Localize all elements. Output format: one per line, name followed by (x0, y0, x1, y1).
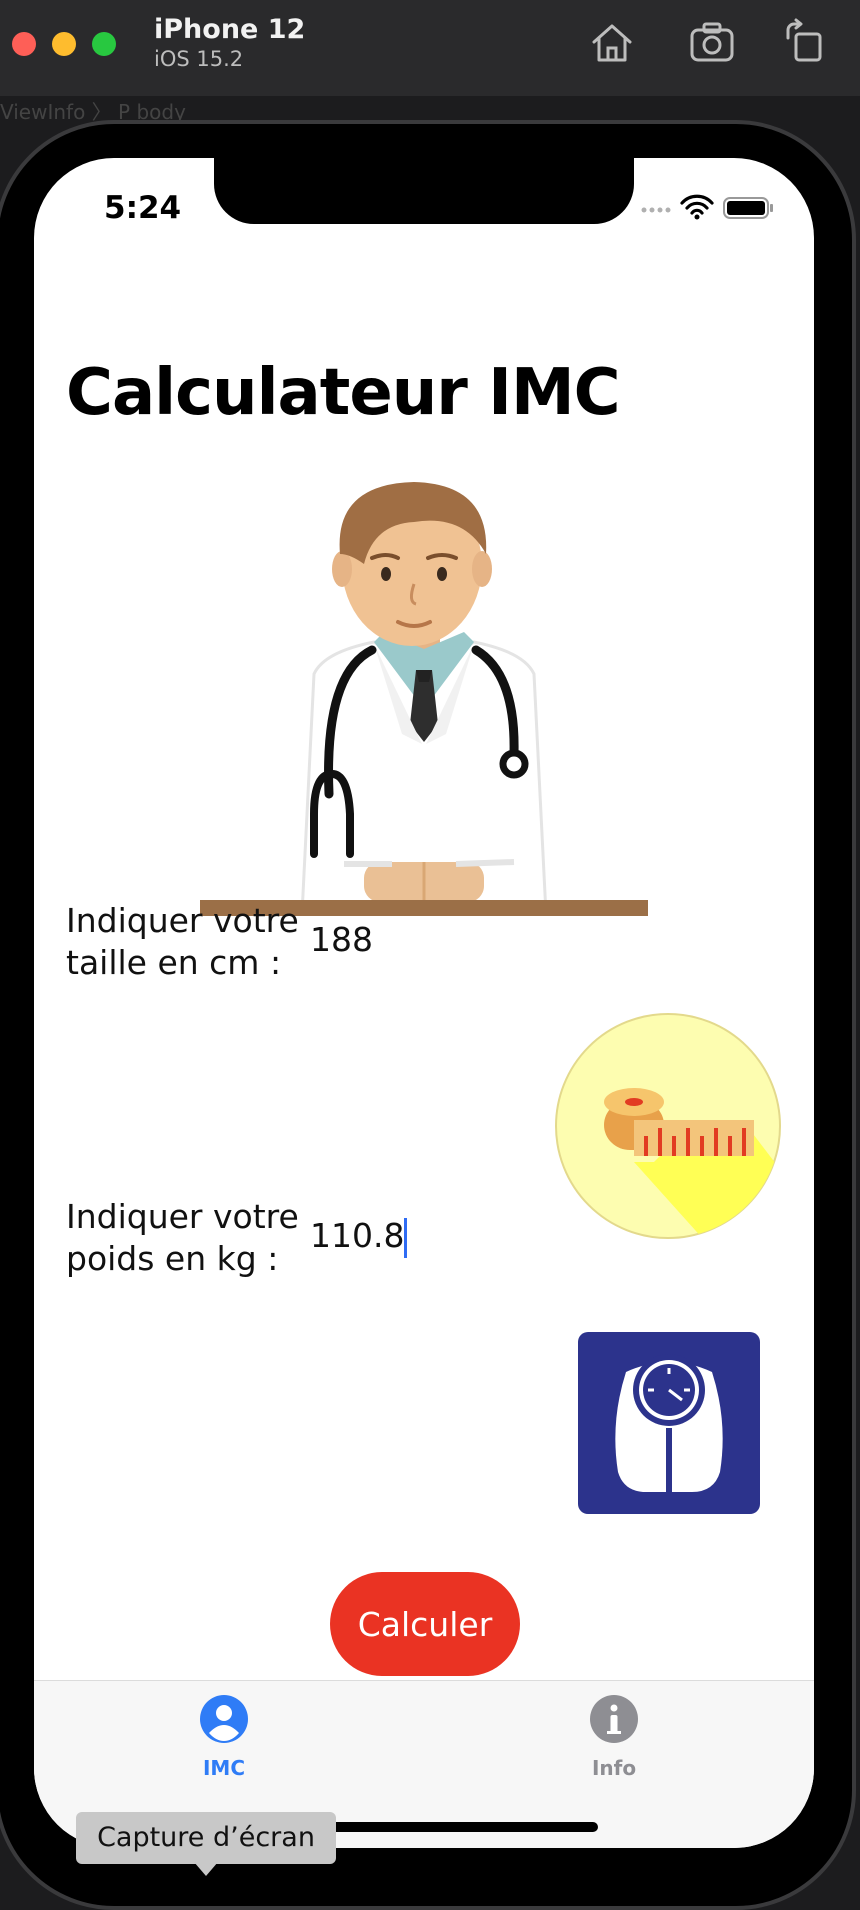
notch (214, 158, 634, 224)
status-icons (641, 194, 773, 220)
doctor-illustration (200, 482, 648, 916)
os-version: iOS 15.2 (154, 47, 244, 71)
xcode-breadcrumb: ViewInfo 〉 P body (0, 100, 186, 124)
text-caret (404, 1217, 408, 1258)
weight-value: 110.8 (310, 1216, 405, 1255)
calculate-button[interactable]: Calculer (330, 1572, 520, 1676)
battery-icon (723, 197, 773, 219)
wifi-icon (680, 194, 714, 215)
height-value: 188 (310, 920, 373, 959)
person-icon (200, 1695, 248, 1743)
tab-imc-label: IMC (202, 1756, 246, 1780)
height-label: Indiquer votre taille en cm : (66, 901, 299, 982)
page-title: Calculateur IMC (66, 356, 621, 430)
height-input[interactable]: 188 (310, 920, 490, 959)
signal-icon (641, 207, 671, 213)
tab-imc[interactable]: IMC (164, 1695, 284, 1780)
weight-label: Indiquer votre poids en kg : (66, 1197, 299, 1278)
tooltip-tail (194, 1862, 218, 1876)
zoom-window-button[interactable] (92, 32, 116, 56)
info-icon (590, 1695, 638, 1743)
measuring-tape-icon (555, 1013, 781, 1239)
weighing-scale-icon (578, 1332, 760, 1514)
close-window-button[interactable] (12, 32, 36, 56)
status-time: 5:24 (104, 190, 182, 226)
home-icon[interactable] (588, 18, 636, 66)
phone-screen: 5:24 Calculateur IMC Indiquer votre tail… (34, 158, 814, 1848)
device-name: iPhone 12 (154, 14, 306, 45)
screenshot-tooltip: Capture d’écran (76, 1812, 336, 1864)
weight-input[interactable]: 110.8 (310, 1216, 490, 1258)
minimize-window-button[interactable] (52, 32, 76, 56)
tab-info[interactable]: Info (554, 1695, 674, 1780)
simulator-title-bar: iPhone 12 iOS 15.2 (0, 0, 860, 96)
tab-info-label: Info (591, 1756, 637, 1780)
rotate-icon[interactable] (780, 18, 828, 66)
screenshot-icon[interactable] (688, 18, 736, 66)
